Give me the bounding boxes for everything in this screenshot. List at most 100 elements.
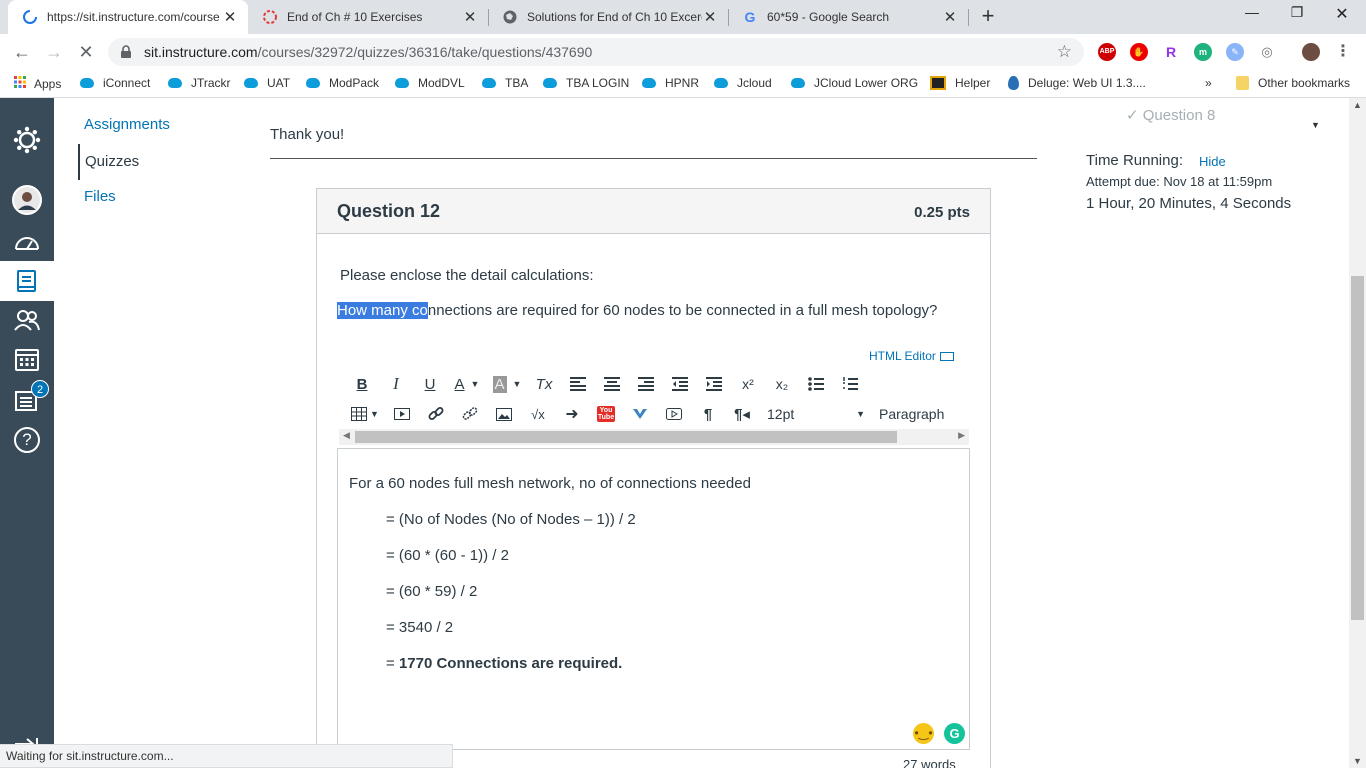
- underline-button[interactable]: U: [413, 372, 447, 396]
- bookmark-modpack[interactable]: ModPack: [306, 76, 379, 90]
- restore-button[interactable]: ❐: [1277, 4, 1317, 26]
- stop-extension-icon[interactable]: ✋: [1130, 43, 1148, 61]
- emoji-icon[interactable]: •‿•: [913, 723, 934, 744]
- indent-icon[interactable]: [697, 372, 731, 396]
- courses-icon[interactable]: [0, 261, 54, 301]
- tab-exercises[interactable]: End of Ch # 10 Exercises ✕: [248, 0, 488, 34]
- italic-button[interactable]: I: [379, 372, 413, 396]
- spy-extension-icon[interactable]: ◎: [1258, 43, 1276, 61]
- address-bar[interactable]: sit.instructure.com/courses/32972/quizze…: [108, 38, 1084, 66]
- youtube-icon[interactable]: You Tube: [589, 402, 623, 426]
- account-avatar[interactable]: [0, 180, 54, 220]
- scroll-up-icon[interactable]: ▲: [1353, 100, 1362, 110]
- bookmark-apps[interactable]: Apps: [14, 76, 61, 91]
- course-nav-assignments[interactable]: Assignments: [84, 116, 170, 133]
- background-color-button[interactable]: A ▼: [487, 372, 527, 396]
- bookmark-label: JTrackr: [191, 76, 231, 90]
- align-right-icon[interactable]: [629, 372, 663, 396]
- close-window-button[interactable]: ✕: [1322, 4, 1362, 26]
- link-icon[interactable]: [419, 402, 453, 426]
- bookmark-hpnr[interactable]: HPNR: [642, 76, 699, 90]
- bookmark-tba[interactable]: TBA: [482, 76, 528, 90]
- superscript-button[interactable]: x²: [731, 372, 765, 396]
- bookmarks-overflow-button[interactable]: »: [1205, 76, 1212, 90]
- tab-google[interactable]: G 60*59 - Google Search ✕: [728, 0, 968, 34]
- stop-loading-button[interactable]: ✕: [74, 40, 98, 64]
- course-nav-quizzes[interactable]: Quizzes: [78, 144, 139, 180]
- bold-button[interactable]: B: [345, 372, 379, 396]
- close-tab-icon[interactable]: ✕: [462, 8, 478, 26]
- bookmark-helper[interactable]: Helper: [930, 76, 990, 90]
- bookmark-deluge[interactable]: Deluge: Web UI 1.3....: [1008, 76, 1146, 90]
- forward-button[interactable]: →: [42, 40, 66, 64]
- font-color-button[interactable]: A ▼: [447, 372, 487, 396]
- edit-extension-icon[interactable]: ✎: [1226, 43, 1244, 61]
- scrollbar-thumb[interactable]: [1351, 276, 1364, 620]
- close-tab-icon[interactable]: ✕: [942, 8, 958, 26]
- m-extension-icon[interactable]: m: [1194, 43, 1212, 61]
- html-editor-link[interactable]: HTML Editor: [869, 349, 955, 363]
- subscript-button[interactable]: x₂: [765, 372, 799, 396]
- bullet-list-icon[interactable]: [799, 372, 833, 396]
- scrollbar-thumb[interactable]: [355, 431, 897, 443]
- format-select[interactable]: Paragraph: [869, 402, 949, 426]
- question-8-link[interactable]: ✓ Question 8: [1126, 106, 1215, 124]
- scroll-down-icon[interactable]: ▼: [1353, 756, 1362, 766]
- adblock-icon[interactable]: ABP: [1098, 43, 1116, 61]
- help-icon[interactable]: ?: [0, 420, 54, 460]
- question-list-scroll-down-icon[interactable]: ▼: [1311, 120, 1320, 130]
- close-tab-icon[interactable]: ✕: [222, 8, 238, 26]
- media-icon[interactable]: [385, 402, 419, 426]
- course-nav-files[interactable]: Files: [84, 188, 116, 205]
- rtl-direction-icon[interactable]: ¶◂: [725, 402, 759, 426]
- bookmark-jtrackr[interactable]: JTrackr: [168, 76, 231, 90]
- bookmark-label: Helper: [955, 76, 991, 90]
- clear-formatting-button[interactable]: Tx: [527, 372, 561, 396]
- grammarly-icon[interactable]: G: [944, 723, 965, 744]
- bookmark-other[interactable]: Other bookmarks: [1236, 76, 1350, 90]
- bookmark-iconnect[interactable]: iConnect: [80, 76, 150, 90]
- scroll-left-icon[interactable]: ◀: [343, 430, 350, 441]
- bookmark-tba-login[interactable]: TBA LOGIN: [543, 76, 629, 90]
- table-icon[interactable]: ▼: [345, 402, 385, 426]
- outdent-icon[interactable]: [663, 372, 697, 396]
- font-size-select[interactable]: 12pt ▼: [759, 402, 869, 426]
- minimize-button[interactable]: —: [1232, 4, 1272, 26]
- canvas-logo-icon[interactable]: [0, 118, 54, 162]
- bookmark-moddvl[interactable]: ModDVL: [395, 76, 465, 90]
- bookmark-star-icon[interactable]: ☆: [1057, 42, 1072, 62]
- hide-timer-link[interactable]: Hide: [1199, 154, 1226, 169]
- align-left-icon[interactable]: [561, 372, 595, 396]
- groups-icon[interactable]: [0, 300, 54, 340]
- apps-grid-icon: [14, 76, 26, 91]
- dashboard-icon[interactable]: [0, 222, 54, 262]
- tab-canvas[interactable]: https://sit.instructure.com/course ✕: [8, 0, 248, 34]
- lti-tool-icon[interactable]: [623, 402, 657, 426]
- equation-button[interactable]: √x: [521, 402, 555, 426]
- scroll-right-icon[interactable]: ▶: [958, 430, 965, 441]
- profile-avatar[interactable]: [1302, 43, 1320, 61]
- back-button[interactable]: ←: [10, 40, 34, 64]
- tab-solutions[interactable]: Solutions for End of Ch 10 Excerc ✕: [488, 0, 728, 34]
- numbered-list-icon[interactable]: [833, 372, 867, 396]
- menu-kebab-icon[interactable]: ⋮: [1334, 43, 1352, 61]
- toolbar-horizontal-scrollbar[interactable]: ◀ ▶: [339, 429, 969, 445]
- calendar-icon[interactable]: [0, 339, 54, 379]
- align-center-icon[interactable]: [595, 372, 629, 396]
- close-tab-icon[interactable]: ✕: [702, 8, 718, 26]
- media-record-icon[interactable]: [657, 402, 691, 426]
- bookmark-jcloud[interactable]: Jcloud: [714, 76, 772, 90]
- unlink-icon[interactable]: [453, 402, 487, 426]
- url-host: sit.instructure.com: [144, 44, 258, 60]
- salesforce-icon: [543, 78, 557, 88]
- image-icon[interactable]: [487, 402, 521, 426]
- r-extension-icon[interactable]: R: [1162, 43, 1180, 61]
- ltr-direction-icon[interactable]: ¶: [691, 402, 725, 426]
- page-vertical-scrollbar[interactable]: ▲ ▼: [1349, 98, 1366, 768]
- embed-icon[interactable]: ➜: [555, 402, 589, 426]
- bookmark-uat[interactable]: UAT: [244, 76, 290, 90]
- bookmark-label: JCloud Lower ORG: [814, 76, 919, 90]
- new-tab-button[interactable]: +: [976, 5, 1000, 29]
- answer-editor[interactable]: For a 60 nodes full mesh network, no of …: [337, 448, 970, 750]
- bookmark-jcloud-lower-org[interactable]: JCloud Lower ORG: [791, 76, 918, 90]
